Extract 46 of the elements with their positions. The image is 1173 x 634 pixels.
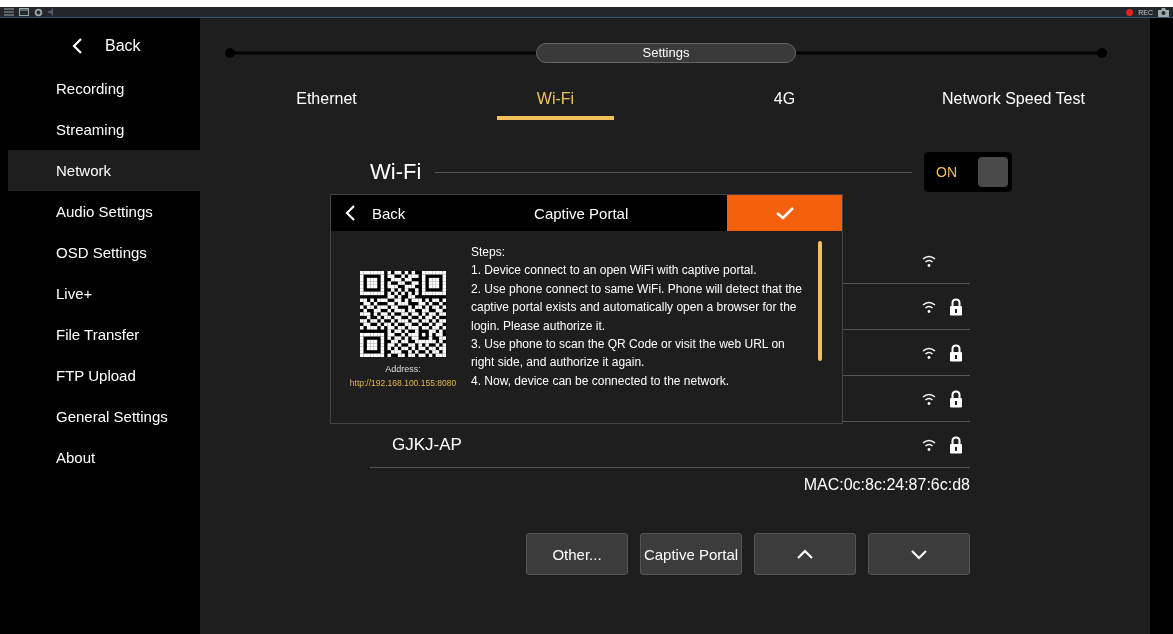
section-title: Wi-Fi [370, 159, 422, 185]
chevron-left-icon [345, 205, 356, 221]
network-name[interactable]: GJKJ-AP [392, 434, 462, 455]
back-button[interactable]: Back [331, 195, 406, 231]
settings-icon[interactable] [34, 7, 43, 17]
steps-text: Steps: 1. Device connect to an open WiFi with captive portal. 2. Use phone connect to same WiFi. Phone will detect that the captive portal exists and automatically open a browser for the login. Please authorize it. 3. Use phone to scan the QR Code or visit the web URL on right side, and authorize it again. 4. Now, device can be connected to the network. [471, 244, 803, 390]
sidebar-item[interactable]: General Settings [8, 396, 200, 437]
tab[interactable]: Wi-Fi [496, 82, 615, 120]
tab[interactable]: 4G [733, 82, 836, 120]
scrollbar[interactable] [818, 241, 822, 361]
wifi-icon [922, 254, 936, 267]
button[interactable]: Other... [526, 533, 628, 575]
chevron-down-icon [911, 548, 927, 560]
wifi-icon [922, 392, 936, 405]
menu-icon[interactable] [4, 8, 14, 16]
address-label: Address: [385, 364, 421, 374]
tab[interactable]: Ethernet [256, 82, 397, 120]
speaker-icon[interactable] [48, 8, 54, 16]
mac-address: MAC:0c:8c:24:87:6c:d8 [802, 476, 970, 494]
back-button[interactable]: Back [8, 32, 200, 60]
sidebar-item[interactable]: Audio Settings [8, 191, 200, 232]
wifi-icon [922, 300, 936, 313]
check-icon [775, 206, 794, 220]
tab[interactable]: Network Speed Test [902, 82, 1125, 120]
scroll-down-button[interactable] [868, 533, 970, 575]
record-dot-icon [1126, 8, 1134, 16]
dialog-title: Captive Portal [533, 204, 630, 222]
sidebar-item[interactable]: Streaming [8, 109, 200, 150]
toggle-switch[interactable]: ON [924, 152, 1012, 192]
sidebar-item[interactable]: OSD Settings [8, 232, 200, 273]
scroll-up-button[interactable] [754, 533, 856, 575]
chevron-left-icon [72, 38, 83, 54]
window-icon[interactable] [19, 8, 29, 16]
address-link[interactable]: http://192.168.100.155:8080 [349, 378, 457, 388]
header-title: Settings [536, 43, 796, 63]
wifi-icon [922, 346, 936, 359]
camera-icon[interactable] [1158, 7, 1169, 17]
sidebar-item[interactable]: About [8, 437, 200, 478]
sidebar-item[interactable]: Live+ [8, 273, 200, 314]
chevron-up-icon [797, 548, 813, 560]
wifi-icon [922, 438, 936, 451]
sidebar-item[interactable]: FTP Upload [8, 355, 200, 396]
sidebar-item[interactable]: Recording [8, 68, 200, 109]
button[interactable]: Captive Portal [640, 533, 742, 575]
sidebar-item[interactable]: File Transfer [8, 314, 200, 355]
sidebar-item[interactable]: Network [8, 150, 200, 191]
